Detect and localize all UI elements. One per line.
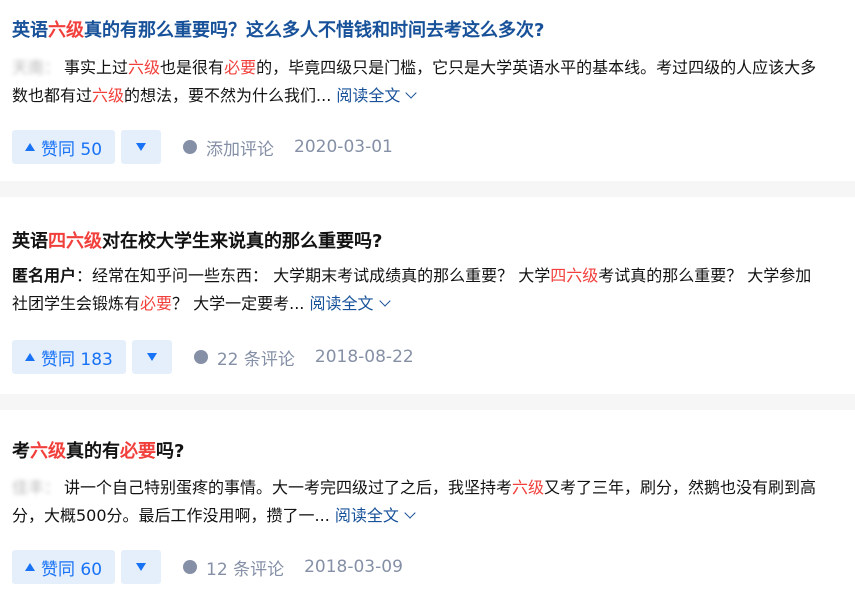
- title-text: 英语: [12, 231, 48, 252]
- action-bar: 赞同 50 添加评论 2020-03-01: [12, 130, 393, 164]
- title-text: 对在校大学生来说真的那么重要吗?: [102, 231, 383, 252]
- upvote-button[interactable]: 赞同 60: [12, 550, 116, 584]
- question-title-link[interactable]: 英语四六级对在校大学生来说真的那么重要吗?: [12, 230, 382, 254]
- answer-excerpt: 匿名用户：经常在知乎问一些东西： 大学期末考试成绩真的那么重要？ 大学四六级考试…: [12, 262, 827, 318]
- triangle-up-icon: [25, 353, 35, 361]
- excerpt-text: 事实上过: [64, 58, 129, 77]
- comment-label: 22 条评论: [216, 349, 295, 370]
- upvote-label: 赞同 183: [41, 349, 113, 370]
- title-text: 英语: [12, 20, 48, 41]
- read-more-label: 阅读全文: [336, 86, 401, 105]
- read-more-label: 阅读全文: [334, 506, 399, 525]
- excerpt-highlight: 四六级: [550, 266, 599, 285]
- title-text: 真的有: [66, 441, 120, 462]
- answer-card: 英语六级真的有那么重要吗？这么多人不惜钱和时间去考这么多次? 天南： 事实上过六级…: [0, 0, 855, 181]
- author-name[interactable]: 匿名用户: [12, 266, 76, 285]
- question-title-link[interactable]: 英语六级真的有那么重要吗？这么多人不惜钱和时间去考这么多次?: [12, 19, 544, 43]
- chevron-down-icon: [404, 507, 416, 519]
- excerpt-highlight: 六级: [92, 86, 125, 105]
- comment-button[interactable]: 12 条评论: [183, 555, 284, 580]
- chevron-down-icon: [405, 87, 418, 99]
- triangle-up-icon: [25, 143, 35, 151]
- excerpt-highlight: 必要: [224, 58, 257, 77]
- action-bar: 赞同 60 12 条评论 2018-03-09: [12, 550, 403, 584]
- answer-date: 2020-03-01: [294, 137, 393, 157]
- excerpt-text: 也是很有: [160, 58, 225, 77]
- comment-label: 添加评论: [206, 139, 275, 160]
- triangle-down-icon: [136, 563, 147, 571]
- excerpt-highlight: 六级: [512, 478, 545, 497]
- downvote-button[interactable]: [121, 550, 162, 584]
- answer-excerpt: 天南： 事实上过六级也是很有必要的，毕竟四级只是门槛，它只是大学英语水平的基本线。…: [12, 54, 827, 110]
- author-name[interactable]: 天南：: [12, 58, 60, 77]
- read-more-link[interactable]: 阅读全文: [336, 86, 418, 105]
- answer-card: 英语四六级对在校大学生来说真的那么重要吗? 匿名用户：经常在知乎问一些东西： 大…: [0, 197, 855, 394]
- chevron-down-icon: [378, 295, 391, 307]
- answer-excerpt: 佳丰： 讲一个自己特别蛋疼的事情。大一考完四级过了之后，我坚持考六级又考了三年，刷…: [12, 474, 827, 530]
- upvote-label: 赞同 60: [41, 559, 103, 580]
- author-name[interactable]: 佳丰：: [12, 478, 60, 497]
- title-text: 吗?: [156, 441, 185, 462]
- comment-icon: [183, 560, 198, 574]
- comment-label: 12 条评论: [206, 559, 285, 580]
- excerpt-highlight: 六级: [128, 58, 161, 77]
- comment-button[interactable]: 22 条评论: [193, 345, 295, 370]
- read-more-link[interactable]: 阅读全文: [309, 294, 391, 313]
- triangle-down-icon: [146, 353, 157, 361]
- action-bar: 赞同 183 22 条评论 2018-08-22: [12, 340, 414, 374]
- read-more-label: 阅读全文: [309, 294, 374, 313]
- title-highlight: 六级: [30, 441, 66, 462]
- triangle-down-icon: [136, 143, 147, 151]
- upvote-button[interactable]: 赞同 183: [12, 340, 126, 374]
- downvote-button[interactable]: [131, 340, 172, 374]
- question-title-link[interactable]: 考六级真的有必要吗?: [12, 440, 184, 464]
- title-text: 考: [12, 441, 30, 462]
- title-highlight: 四六级: [48, 231, 102, 252]
- upvote-button[interactable]: 赞同 50: [12, 130, 116, 164]
- excerpt-text: ：经常在知乎问一些东西： 大学期末考试成绩真的那么重要？ 大学: [76, 266, 551, 285]
- comment-icon: [193, 350, 208, 364]
- answer-card: 考六级真的有必要吗? 佳丰： 讲一个自己特别蛋疼的事情。大一考完四级过了之后，我坚…: [0, 410, 855, 591]
- comment-button[interactable]: 添加评论: [183, 135, 274, 160]
- upvote-label: 赞同 50: [41, 139, 103, 160]
- downvote-button[interactable]: [121, 130, 162, 164]
- title-highlight: 六级: [48, 20, 84, 41]
- excerpt-text: 讲一个自己特别蛋疼的事情。大一考完四级过了之后，我坚持考: [64, 478, 513, 497]
- triangle-up-icon: [25, 563, 35, 571]
- answer-date: 2018-03-09: [304, 557, 403, 577]
- answer-date: 2018-08-22: [314, 347, 414, 367]
- read-more-link[interactable]: 阅读全文: [334, 506, 416, 525]
- excerpt-text: 的想法，要不然为什么我们...: [124, 86, 332, 105]
- excerpt-text: ？ 大学一定要考...: [172, 294, 305, 313]
- title-highlight: 必要: [120, 441, 156, 462]
- title-text: 真的有那么重要吗？这么多人不惜钱和时间去考这么多次?: [84, 20, 545, 41]
- comment-icon: [183, 140, 198, 154]
- excerpt-highlight: 必要: [140, 294, 173, 313]
